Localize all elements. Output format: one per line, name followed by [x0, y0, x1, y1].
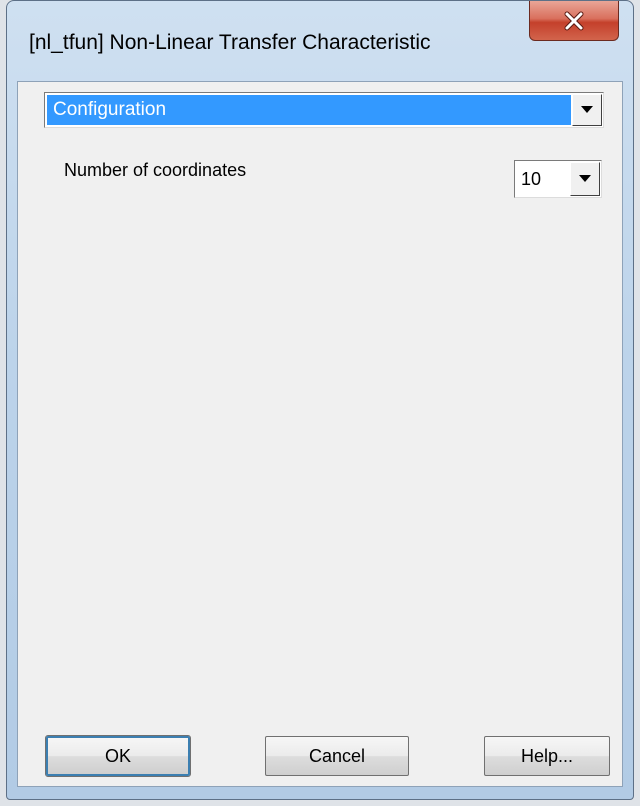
close-icon [564, 11, 584, 30]
coordinates-dropdown[interactable]: 10 [514, 160, 602, 198]
coordinates-label: Number of coordinates [64, 160, 247, 180]
window-title: [nl_tfun] Non-Linear Transfer Characteri… [29, 31, 431, 54]
help-button[interactable]: Help... [484, 736, 610, 776]
chevron-down-icon [579, 175, 591, 182]
coordinates-dropdown-button[interactable] [570, 162, 600, 196]
dialog-window: [nl_tfun] Non-Linear Transfer Characteri… [6, 0, 634, 800]
title-bar[interactable]: [nl_tfun] Non-Linear Transfer Characteri… [7, 1, 633, 81]
section-dropdown-button[interactable] [572, 94, 602, 126]
cancel-button[interactable]: Cancel [265, 736, 409, 776]
coordinates-dropdown-value: 10 [521, 169, 542, 189]
close-button[interactable] [529, 1, 619, 41]
chevron-down-icon [581, 106, 593, 113]
section-dropdown-value: Configuration [47, 95, 571, 125]
ok-button[interactable]: OK [45, 735, 191, 777]
section-dropdown[interactable]: Configuration [44, 92, 604, 128]
dialog-client-area: Configuration Number of coordinates 10 O… [17, 81, 623, 787]
